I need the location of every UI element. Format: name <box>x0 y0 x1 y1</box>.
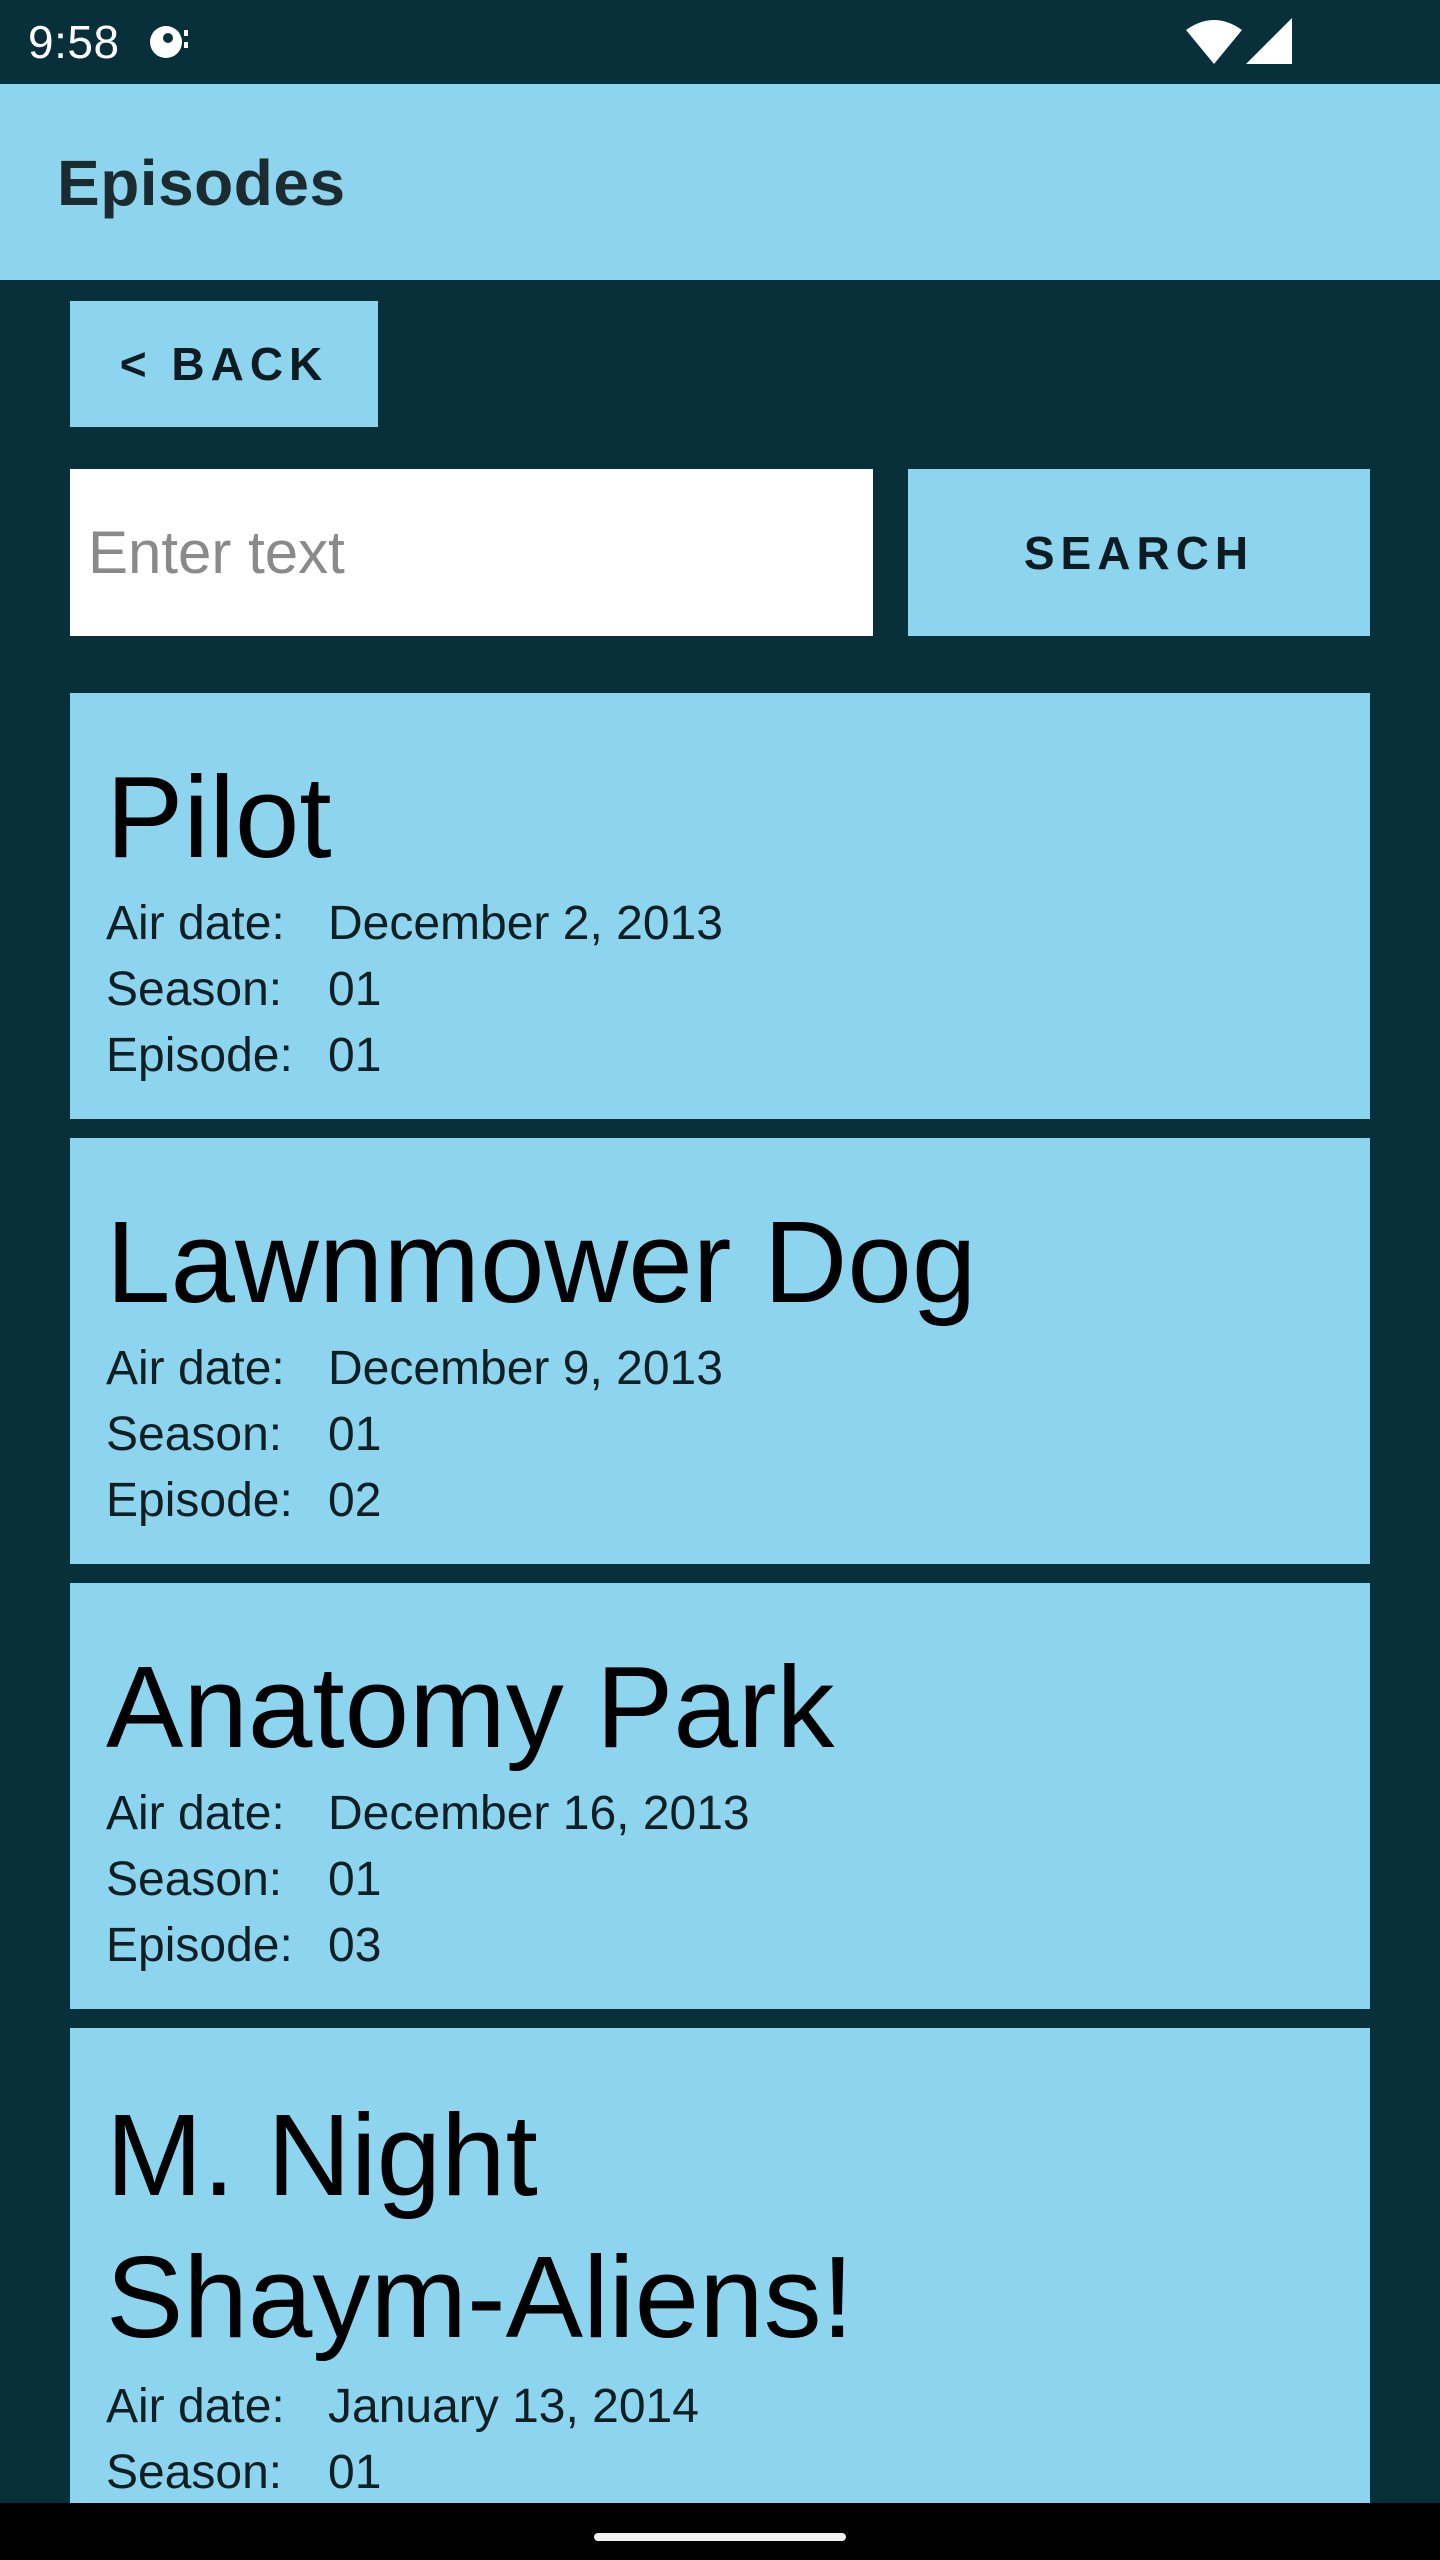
season-row: Season: 01 <box>106 1402 1334 1468</box>
air-date-row: Air date: December 16, 2013 <box>106 1781 1334 1847</box>
season-label: Season: <box>106 1853 283 1906</box>
air-date-row: Air date: December 2, 2013 <box>106 891 1334 957</box>
air-date-label: Air date: <box>106 897 285 950</box>
episode-title-line: M. Night <box>106 2090 538 2220</box>
episode-title: Pilot <box>106 752 332 882</box>
season-row: Season: 01 <box>106 957 1334 1023</box>
page-title: Episodes <box>57 147 346 219</box>
air-date-label: Air date: <box>106 1342 285 1395</box>
season-label: Season: <box>106 2446 283 2499</box>
season-value: 01 <box>328 1853 382 1906</box>
episode-label: Episode: <box>106 1029 293 1082</box>
episode-number-value: 03 <box>328 1919 382 1972</box>
episode-card[interactable]: Pilot Air date: December 2, 2013 Season:… <box>70 693 1370 1119</box>
season-row: Season: 01 <box>106 2440 1334 2503</box>
season-value: 01 <box>328 1408 382 1461</box>
episode-label: Episode: <box>106 1474 293 1527</box>
air-date-row: Air date: January 13, 2014 <box>106 2374 1334 2440</box>
search-input[interactable] <box>70 469 873 636</box>
episode-card[interactable]: M. Night Shaym-Aliens! Air date: January… <box>70 2028 1370 2503</box>
status-time: 9:58 <box>28 16 120 68</box>
back-button[interactable]: < BACK <box>70 301 378 427</box>
season-label: Season: <box>106 1408 283 1461</box>
episode-title: M. Night Shaym-Aliens! <box>106 2084 1334 2368</box>
app-bar: Episodes <box>0 84 1440 280</box>
episode-number-value: 01 <box>328 1029 382 1082</box>
episode-card[interactable]: Lawnmower Dog Air date: December 9, 2013… <box>70 1138 1370 1564</box>
air-date-label: Air date: <box>106 2380 285 2433</box>
air-date-row: Air date: December 9, 2013 <box>106 1336 1334 1402</box>
home-indicator[interactable] <box>594 2533 846 2541</box>
media-icon <box>150 26 188 58</box>
episode-card[interactable]: Anatomy Park Air date: December 16, 2013… <box>70 1583 1370 2009</box>
episode-title: Lawnmower Dog <box>106 1197 977 1327</box>
episode-number-row: Episode: 03 <box>106 1913 1334 1979</box>
navigation-bar <box>0 2503 1440 2560</box>
status-bar: 9:58 <box>0 0 1440 84</box>
season-label: Season: <box>106 963 283 1016</box>
season-value: 01 <box>328 963 382 1016</box>
season-value: 01 <box>328 2446 382 2499</box>
air-date-value: December 16, 2013 <box>328 1787 750 1840</box>
wifi-icon <box>1186 20 1242 64</box>
air-date-label: Air date: <box>106 1787 285 1840</box>
episode-number-row: Episode: 02 <box>106 1468 1334 1534</box>
episode-number-row: Episode: 01 <box>106 1023 1334 1089</box>
cell-signal-icon <box>1246 18 1292 64</box>
episode-label: Episode: <box>106 1919 293 1972</box>
episode-number-value: 02 <box>328 1474 382 1527</box>
air-date-value: December 9, 2013 <box>328 1342 723 1395</box>
air-date-value: December 2, 2013 <box>328 897 723 950</box>
search-button[interactable]: SEARCH <box>908 469 1370 636</box>
episode-title-line: Shaym-Aliens! <box>106 2232 854 2362</box>
season-row: Season: 01 <box>106 1847 1334 1913</box>
air-date-value: January 13, 2014 <box>328 2380 699 2433</box>
episode-title: Anatomy Park <box>106 1642 835 1772</box>
